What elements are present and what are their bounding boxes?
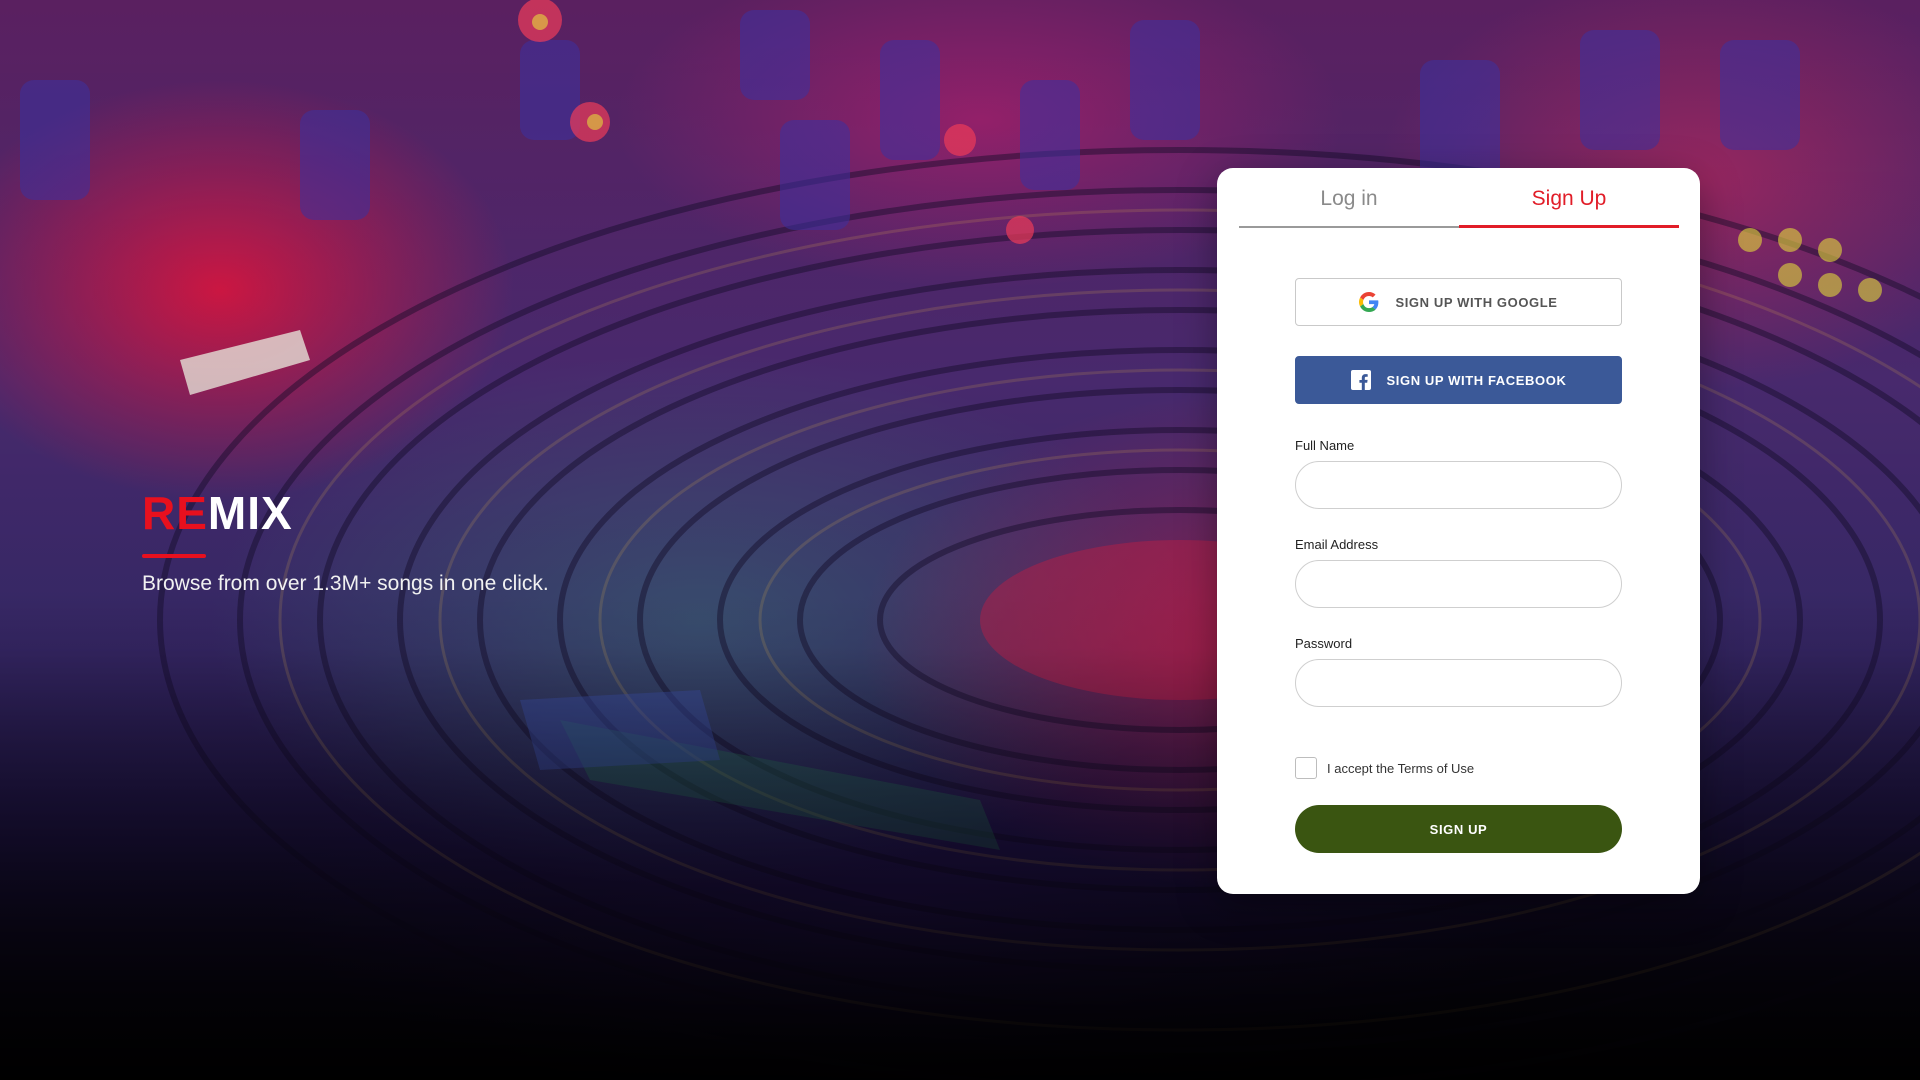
full-name-input[interactable] xyxy=(1295,461,1622,509)
signup-submit-button[interactable]: SIGN UP xyxy=(1295,805,1622,853)
logo-part-white: MIX xyxy=(207,487,293,539)
facebook-signup-button[interactable]: SIGN UP WITH FACEBOOK xyxy=(1295,356,1622,404)
google-icon xyxy=(1359,292,1379,312)
password-label: Password xyxy=(1295,636,1353,651)
terms-row: I accept the Terms of Use xyxy=(1295,757,1622,779)
facebook-signup-label: SIGN UP WITH FACEBOOK xyxy=(1386,372,1567,388)
brand-section: REMIX Browse from over 1.3M+ songs in on… xyxy=(142,482,549,596)
tagline: Browse from over 1.3M+ songs in one clic… xyxy=(142,572,549,595)
signup-form: SIGN UP WITH GOOGLE SIGN UP WITH FACEBOO… xyxy=(1295,278,1622,853)
password-group: Password xyxy=(1295,636,1622,707)
logo: REMIX xyxy=(142,482,549,544)
email-group: Email Address xyxy=(1295,537,1622,608)
tab-login[interactable]: Log in xyxy=(1239,168,1459,228)
full-name-label: Full Name xyxy=(1295,438,1355,453)
brand-underline xyxy=(142,554,206,558)
terms-label: I accept the Terms of Use xyxy=(1327,760,1475,776)
full-name-group: Full Name xyxy=(1295,438,1622,509)
page: REMIX Browse from over 1.3M+ songs in on… xyxy=(0,0,1920,1080)
tab-signup[interactable]: Sign Up xyxy=(1459,168,1679,228)
google-signup-button[interactable]: SIGN UP WITH GOOGLE xyxy=(1295,278,1622,326)
signup-card: Log in Sign Up SIGN UP WITH GOOGLE SIGN … xyxy=(1217,168,1700,894)
password-input[interactable] xyxy=(1295,659,1622,707)
google-signup-label: SIGN UP WITH GOOGLE xyxy=(1395,294,1558,310)
email-label: Email Address xyxy=(1295,537,1379,552)
auth-tabs: Log in Sign Up xyxy=(1239,168,1679,228)
terms-checkbox[interactable] xyxy=(1295,757,1317,779)
logo-part-red: RE xyxy=(142,487,208,539)
email-input[interactable] xyxy=(1295,560,1622,608)
facebook-icon xyxy=(1350,370,1371,390)
